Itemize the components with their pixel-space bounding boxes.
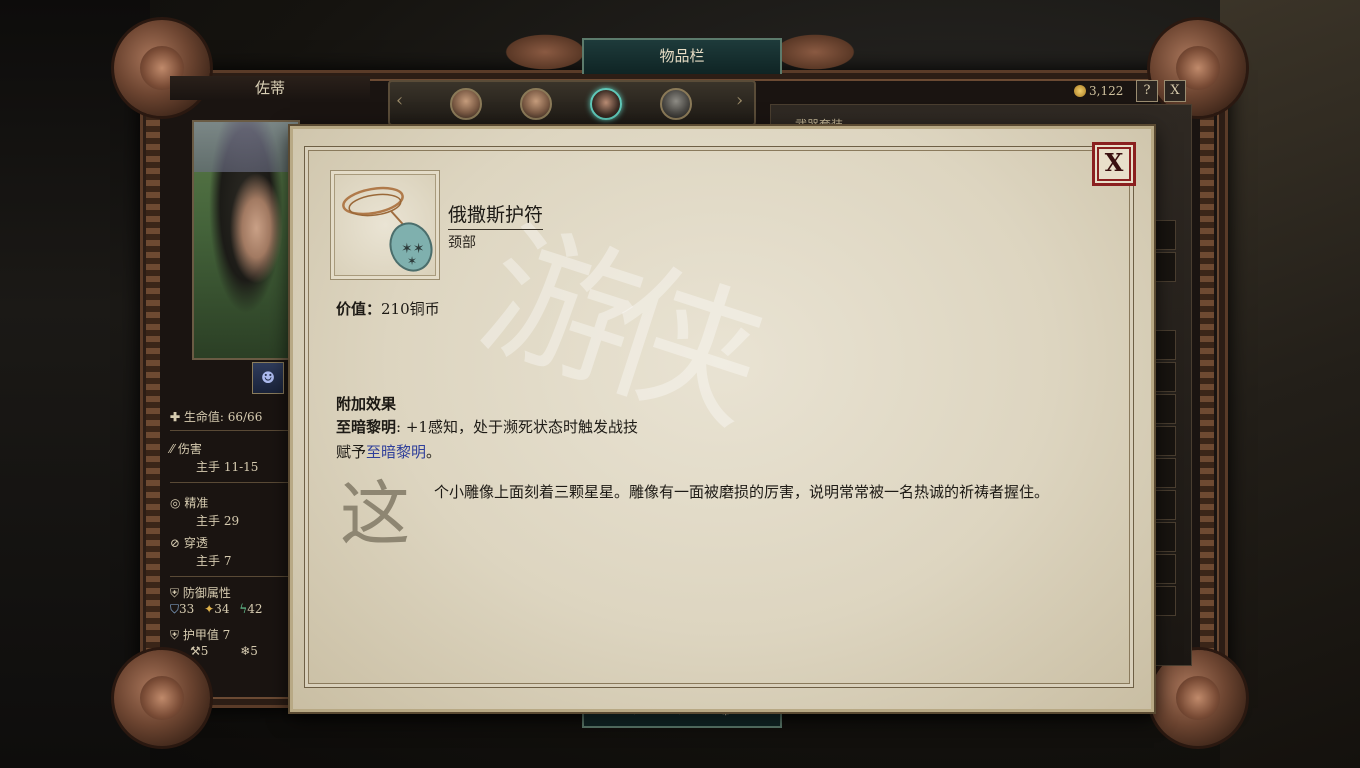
title-ornament-left <box>500 32 590 72</box>
scene-background-right <box>1220 0 1360 768</box>
grant-line: 赋予至暗黎明。 <box>336 441 441 462</box>
defense-values: ⛉33 ✦34 ϟ42 <box>170 602 263 616</box>
frost-icon: ❄ <box>240 644 251 658</box>
party-bar: ‹ › <box>388 80 756 126</box>
window-close-button[interactable]: X <box>1164 80 1186 102</box>
money-amount: 3,122 <box>1089 84 1124 98</box>
armor-values: ⚒5 ❄5 <box>170 644 258 658</box>
party-prev-arrow[interactable]: ‹ <box>396 90 403 111</box>
shield-icon: ⛨ <box>170 586 180 600</box>
item-slot: 颈部 <box>448 235 476 251</box>
help-button[interactable]: ? <box>1136 80 1158 102</box>
svg-text:✶: ✶ <box>407 254 417 268</box>
penetration-value: 主手 7 <box>196 554 232 568</box>
coin-icon <box>1074 85 1086 97</box>
health-icon: ✚ <box>170 410 181 424</box>
popup-close-button[interactable]: X <box>1092 142 1136 186</box>
effect-name: 至暗黎明 <box>336 418 397 436</box>
party-next-arrow[interactable]: › <box>736 90 743 111</box>
party-member-portrait[interactable] <box>450 88 482 120</box>
armor-stat: ⛨ 护甲值 7 <box>170 628 231 642</box>
deflection-icon: ⛉ <box>170 602 180 616</box>
description-drop-cap: 这 <box>340 473 410 555</box>
damage-stat: ⁄⁄ 伤害 <box>170 442 202 456</box>
title-ornament-right <box>770 32 860 72</box>
fortitude-icon: ✦ <box>204 602 215 616</box>
penetration-icon: ⊘ <box>170 536 181 550</box>
damage-value: 主手 11-15 <box>196 460 259 474</box>
frame-border-left <box>146 80 160 690</box>
value-amount: 210铜币 <box>381 300 440 318</box>
head-skill-icon[interactable]: ☻ <box>252 362 284 394</box>
accuracy-value: 主手 29 <box>196 514 240 528</box>
health-stat: ✚ 生命值: 66/66 <box>170 410 263 424</box>
item-description: 个小雕像上面刻着三颗星星。雕像有一面被磨损的厉害，说明常常被一名热诚的祈祷者握住… <box>434 483 1050 501</box>
money-display: 3,122 <box>1074 80 1123 102</box>
divider <box>170 430 288 431</box>
hammer-icon: ⚒ <box>190 644 201 658</box>
item-value: 价值：210铜币 <box>336 298 440 319</box>
damage-icon: ⁄⁄ <box>170 442 175 456</box>
effect-line: 至暗黎明: +1感知，处于濒死状态时触发战技 <box>336 416 638 437</box>
party-member-portrait[interactable] <box>660 88 692 120</box>
character-portrait <box>192 120 300 360</box>
effect-description: : +1感知，处于濒死状态时触发战技 <box>396 418 638 436</box>
value-label: 价值： <box>336 300 382 318</box>
armor-icon: ⛨ <box>170 628 180 642</box>
penetration-stat: ⊘ 穿透 <box>170 536 208 550</box>
corner-ornament-bottom-left <box>114 650 210 746</box>
accuracy-stat: ◎ 精准 <box>170 496 209 510</box>
party-member-portrait-selected[interactable] <box>590 88 622 120</box>
item-name: 俄撒斯护符 <box>448 200 544 230</box>
window-title: 物品栏 <box>582 38 782 74</box>
effects-title: 附加效果 <box>336 395 397 413</box>
defense-stat: ⛨ 防御属性 <box>170 586 231 600</box>
scene-background-left <box>0 0 150 768</box>
divider <box>170 482 288 483</box>
grant-suffix: 。 <box>426 443 442 461</box>
character-name: 佐蒂 <box>170 76 370 100</box>
party-member-portrait[interactable] <box>520 88 552 120</box>
divider <box>170 576 288 577</box>
item-image: ✶✶ ✶ <box>330 170 440 280</box>
amulet-icon: ✶✶ ✶ <box>342 186 433 272</box>
target-icon: ◎ <box>170 496 181 510</box>
ability-link[interactable]: 至暗黎明 <box>366 443 426 461</box>
grant-prefix: 赋予 <box>336 443 367 461</box>
frame-border-right <box>1200 80 1214 690</box>
corner-ornament-top-left <box>114 20 210 116</box>
